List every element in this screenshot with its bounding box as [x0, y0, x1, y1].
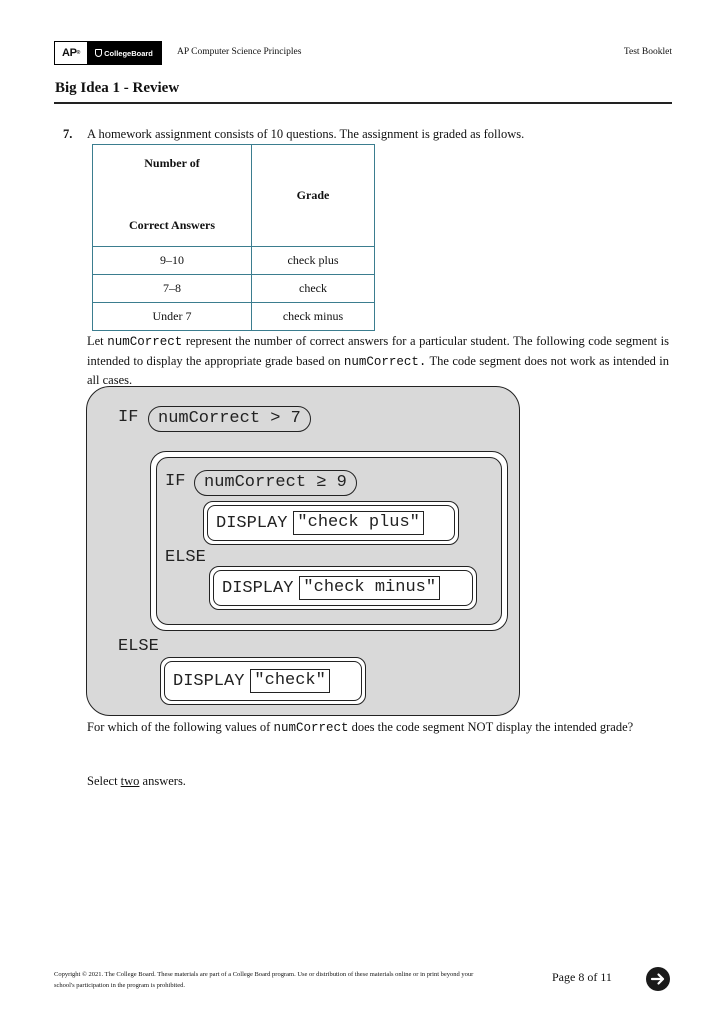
- header-correct-answers: Number of Correct Answers: [92, 144, 252, 247]
- else-keyword: ELSE: [165, 548, 206, 567]
- range-cell: 9–10: [92, 246, 252, 275]
- display-keyword: DISPLAY: [216, 513, 288, 533]
- code-description: Let numCorrect represent the number of c…: [87, 334, 670, 387]
- page-header: AP ® CollegeBoard AP Computer Science Pri…: [54, 41, 672, 65]
- grading-table: Number of Correct Answers Grade 9–10 che…: [92, 144, 375, 331]
- question-number: 7.: [63, 127, 73, 141]
- header-divider: [54, 102, 672, 104]
- table-header-row: Number of Correct Answers Grade: [92, 144, 375, 247]
- code-block: IF numCorrect > 7 IF numCorrect ≥ 9 DISP…: [86, 386, 520, 716]
- section-title: Big Idea 1 - Review: [55, 80, 180, 96]
- booklet-label: Test Booklet: [623, 47, 672, 57]
- selection-instruction: Select two answers.: [87, 774, 186, 788]
- variable-name: numCorrect: [273, 721, 349, 735]
- range-cell: Under 7: [92, 302, 252, 331]
- emphasis: two: [120, 774, 140, 788]
- ap-collegeboard-logo: AP ® CollegeBoard: [54, 41, 162, 65]
- copyright-notice: Copyright © 2021. The College Board. The…: [54, 971, 474, 989]
- display-check-block: DISPLAY "check": [160, 657, 366, 705]
- display-check-minus-block: DISPLAY "check minus": [209, 566, 477, 610]
- display-keyword: DISPLAY: [173, 671, 245, 691]
- inner-condition: numCorrect ≥ 9: [194, 470, 357, 496]
- outer-condition: numCorrect > 7: [148, 406, 311, 432]
- display-check-plus-block: DISPLAY "check plus": [203, 501, 459, 545]
- question-prompt: For which of the following values of num…: [87, 720, 634, 735]
- collegeboard-logo: CollegeBoard: [87, 42, 161, 64]
- grade-cell: check: [251, 274, 375, 303]
- if-keyword: IF: [165, 472, 186, 491]
- ap-logo: AP ®: [55, 42, 87, 64]
- question-intro: A homework assignment consists of 10 que…: [87, 127, 525, 141]
- string-literal: "check minus": [299, 576, 441, 600]
- string-literal: "check plus": [293, 511, 424, 535]
- display-keyword: DISPLAY: [222, 578, 294, 598]
- nested-if-block: IF numCorrect ≥ 9 DISPLAY "check plus" E…: [150, 451, 508, 631]
- page-indicator: Page 8 of 11: [552, 970, 612, 984]
- variable-name: numCorrect.: [343, 354, 427, 369]
- table-row: 9–10 check plus: [92, 246, 375, 275]
- grade-cell: check plus: [251, 246, 375, 275]
- grade-cell: check minus: [251, 302, 375, 331]
- table-row: Under 7 check minus: [92, 302, 375, 331]
- header-grade: Grade: [251, 144, 375, 247]
- variable-name: numCorrect: [107, 335, 183, 349]
- shield-icon: [95, 49, 103, 57]
- table-row: 7–8 check: [92, 274, 375, 303]
- arrow-right-icon: [650, 973, 665, 985]
- course-title: AP Computer Science Principles: [177, 47, 302, 57]
- string-literal: "check": [250, 669, 330, 693]
- range-cell: 7–8: [92, 274, 252, 303]
- else-keyword: ELSE: [118, 637, 159, 656]
- next-page-button[interactable]: [646, 967, 670, 991]
- if-keyword: IF: [118, 408, 139, 427]
